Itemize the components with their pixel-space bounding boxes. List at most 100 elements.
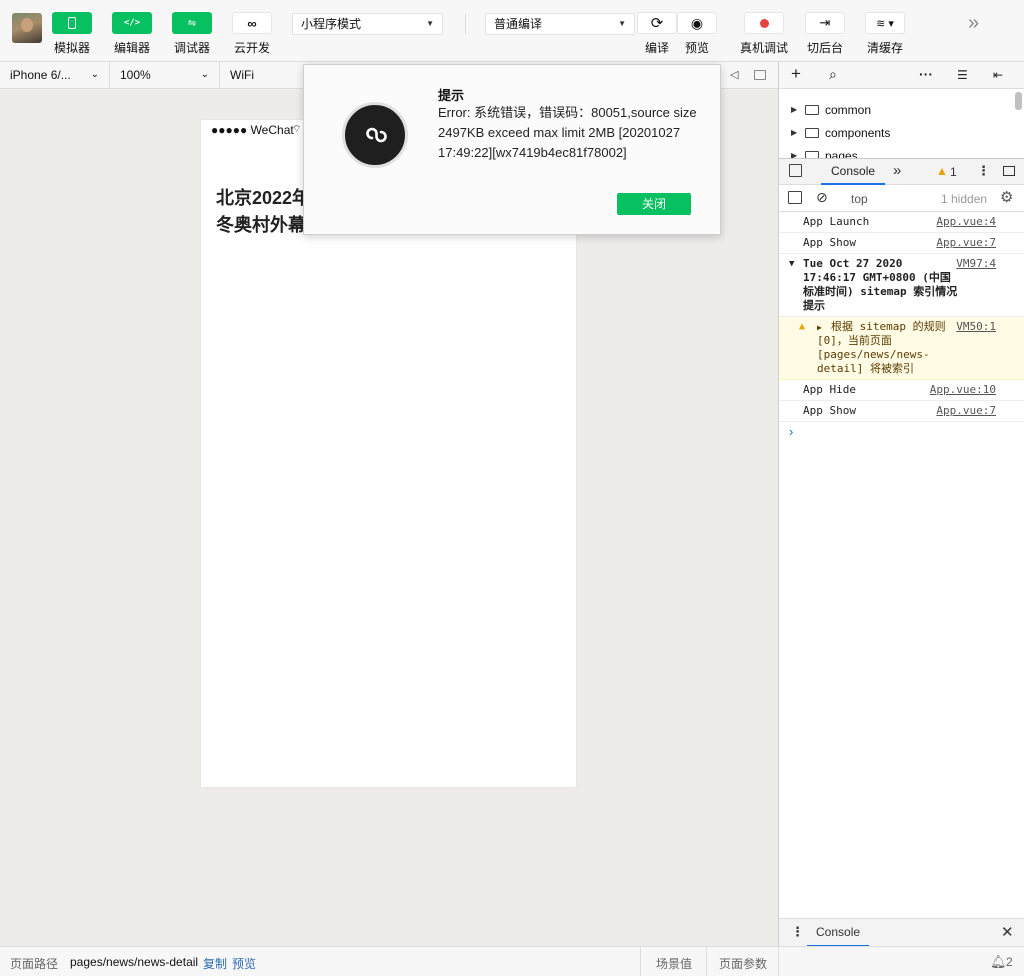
clear-console-icon[interactable]: ⊘ — [816, 189, 828, 206]
log-text: App Hide — [803, 383, 856, 396]
folder-icon — [805, 151, 819, 158]
log-text: App Launch — [803, 215, 870, 228]
log-group[interactable]: ▼ Tue Oct 27 2020 17:46:17 GMT+0800 (中国标… — [779, 254, 1024, 317]
toolbar-divider — [465, 14, 466, 34]
simulator-button[interactable]: 模拟器 — [52, 12, 92, 56]
mode-select-value: 小程序模式 — [301, 17, 362, 31]
console-log: App Launch App.vue:4 App Show App.vue:7 … — [779, 212, 1024, 441]
log-source-link[interactable]: App.vue:7 — [936, 236, 996, 250]
error-dialog: 提示 Error: 系统错误，错误码：80051,source size 249… — [303, 64, 721, 235]
kebab-menu-icon[interactable]: ⋮ — [791, 924, 804, 940]
page-params-button[interactable]: 页面参数 — [719, 955, 767, 972]
inspect-icon[interactable] — [789, 164, 802, 177]
context-select[interactable]: top — [851, 192, 868, 206]
user-avatar[interactable] — [12, 13, 42, 43]
file-tree-toolbar: + ⌕ ··· ☰ ⇤ — [779, 62, 1024, 89]
log-source-link[interactable]: App.vue:7 — [936, 404, 996, 418]
zoom-select[interactable]: 100% ⌄ — [110, 62, 220, 88]
preview-link[interactable]: 预览 — [232, 955, 256, 972]
alert-dot-icon — [759, 18, 769, 28]
caret-down-icon: ▼ — [618, 19, 626, 28]
folder-icon — [805, 105, 819, 115]
clear-cache-button[interactable]: ≋ ▾ 清缓存 — [865, 12, 905, 56]
compile-select-value: 普通编译 — [494, 17, 543, 31]
more-tabs-icon[interactable]: » — [893, 162, 901, 179]
log-text: App Show — [803, 404, 856, 417]
debugger-button[interactable]: ⇋ 调试器 — [172, 12, 212, 56]
background-label: 切后台 — [806, 41, 843, 55]
log-text: App Show — [803, 236, 856, 249]
close-button[interactable]: 关闭 — [617, 193, 691, 215]
page-path: pages/news/news-detail — [70, 955, 199, 969]
kebab-menu-icon[interactable]: ⋮ — [977, 163, 990, 179]
window-icon[interactable] — [754, 70, 766, 80]
log-text: Tue Oct 27 2020 17:46:17 GMT+0800 (中国标准时… — [803, 257, 958, 312]
log-source-link[interactable]: VM50:1 — [956, 320, 996, 334]
device-select[interactable]: iPhone 6/... ⌄ — [0, 62, 110, 88]
compile-select[interactable]: 普通编译 ▼ — [485, 13, 635, 35]
undock-icon[interactable] — [1003, 166, 1015, 176]
tab-console[interactable]: Console — [821, 159, 886, 185]
warning-icon[interactable]: ▲ — [936, 164, 948, 178]
debugger-label: 调试器 — [173, 41, 210, 55]
real-device-debug-button[interactable]: 真机调试 — [740, 12, 788, 56]
code-icon: </> — [123, 18, 141, 28]
bell-icon[interactable]: 🔔︎ — [990, 954, 1007, 970]
exit-arrow-icon: ⇥ — [819, 15, 831, 30]
add-icon[interactable]: + — [791, 64, 801, 84]
console-prompt[interactable]: › — [779, 422, 1024, 441]
copy-link[interactable]: 复制 — [203, 955, 227, 972]
log-source-link[interactable]: VM97:4 — [956, 257, 996, 271]
clear-cache-label: 清缓存 — [866, 41, 903, 55]
dialog-title: 提示 — [438, 88, 465, 103]
console-drawer: ⋮ Console ✕ — [779, 918, 1024, 947]
panel-layout-icon[interactable]: ⇤ — [993, 68, 1003, 82]
background-button[interactable]: ⇥ 切后台 — [805, 12, 845, 56]
zoom-select-value: 100% — [120, 68, 151, 82]
drawer-tab-console[interactable]: Console — [807, 919, 870, 947]
collapse-list-icon[interactable]: ☰ — [957, 68, 968, 82]
compile-button[interactable]: ⟳ 编译 — [637, 12, 677, 56]
status-bar: 页面路径 pages/news/news-detail 复制 预览 场景值 页面… — [0, 946, 1024, 976]
editor-button[interactable]: </> 编辑器 — [112, 12, 152, 56]
sidebar-toggle-icon[interactable] — [788, 191, 802, 204]
phone-status-bar: ●●●●● WeChat — [211, 123, 294, 137]
real-device-debug-label: 真机调试 — [740, 41, 789, 55]
tab-console-label: Console — [831, 164, 876, 178]
divider — [706, 947, 707, 976]
search-icon[interactable]: ⌕ — [829, 66, 837, 83]
tree-item-label: components — [825, 126, 891, 140]
log-source-link[interactable]: App.vue:4 — [936, 215, 996, 229]
file-tree: ▶ common ▶ components ▶ pages — [779, 89, 1024, 159]
close-icon[interactable]: ✕ — [1001, 923, 1014, 941]
caret-right-icon: ▶ — [791, 105, 798, 114]
caret-down-icon: ▼ — [789, 259, 795, 269]
cloud-link-icon: ∞ — [247, 15, 257, 31]
cloud-dev-button[interactable]: ∞ 云开发 — [232, 12, 272, 56]
compile-label: 编译 — [644, 41, 669, 55]
log-entry: App Hide App.vue:10 — [779, 380, 1024, 401]
folder-icon — [805, 128, 819, 138]
tree-item-label: pages — [825, 149, 858, 159]
preview-label: 预览 — [684, 41, 709, 55]
log-source-link[interactable]: App.vue:10 — [930, 383, 996, 397]
tree-scrollbar[interactable] — [1015, 92, 1022, 110]
miniprogram-logo-icon — [342, 102, 408, 168]
hidden-count: 1 hidden — [941, 192, 988, 206]
caret-right-icon: ▶ — [791, 128, 798, 137]
preview-button[interactable]: ◉ 预览 — [677, 12, 717, 56]
devtools-tabs: Console » ▲ 1 ⋮ — [779, 159, 1024, 185]
settings-gear-icon[interactable]: ⚙ — [1000, 188, 1013, 206]
log-entry: App Show App.vue:7 — [779, 401, 1024, 422]
log-entry: App Launch App.vue:4 — [779, 212, 1024, 233]
caret-right-icon[interactable]: ▶ — [817, 321, 822, 335]
scene-value-button[interactable]: 场景值 — [656, 955, 692, 972]
network-select[interactable]: WiFi — [220, 62, 305, 88]
mode-select[interactable]: 小程序模式 ▼ — [292, 13, 443, 35]
volume-icon[interactable]: ◁ — [730, 68, 738, 81]
cloud-dev-label: 云开发 — [233, 41, 270, 55]
more-tools-icon[interactable]: » — [968, 12, 979, 35]
main-toolbar: 模拟器 </> 编辑器 ⇋ 调试器 ∞ 云开发 小程序模式 ▼ 普通编译 ▼ ⟳… — [0, 0, 1024, 62]
more-icon[interactable]: ··· — [919, 66, 933, 82]
simulator-label: 模拟器 — [53, 41, 90, 55]
